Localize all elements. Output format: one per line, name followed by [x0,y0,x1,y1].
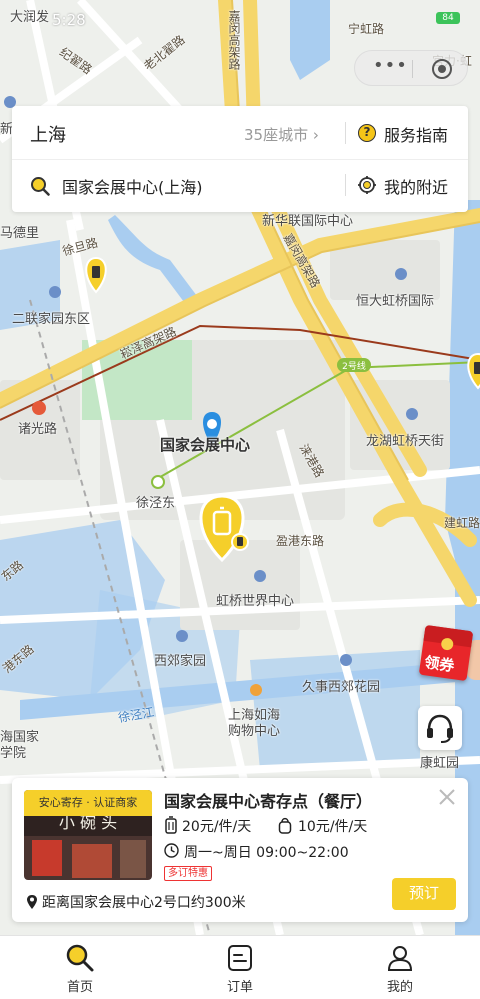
search-icon [31,177,50,196]
residential-icon [49,286,61,298]
close-icon[interactable] [436,786,458,808]
tab-profile[interactable]: 我的 [320,936,480,999]
metro-station-icon[interactable] [151,475,165,489]
building-icon [254,570,266,582]
city-row: 上海 35座城市 › ? 服务指南 [12,106,468,160]
city-count-link[interactable]: 35座城市 › [244,124,319,145]
order-icon [228,945,252,971]
search-icon [66,944,94,972]
building-icon [395,268,407,280]
small-bag-icon [278,817,292,834]
certified-badge: 安心寄存 · 认证商家 [24,790,152,816]
coin-icon [440,637,455,651]
customer-service-button[interactable] [418,706,462,750]
mall-icon [250,684,262,696]
map-label: 新华联国际中心 [262,214,354,229]
map-label: 大润发 [10,10,50,25]
tab-home-label: 首页 [66,980,93,995]
more-icon[interactable]: ••• [373,55,408,76]
map-label: 恒大虹桥国际 [356,294,435,309]
tab-orders-label: 订单 [226,980,253,995]
map-road-label: 盈港东路 [276,534,325,548]
photo-detail [120,840,146,878]
photo-detail [72,844,112,878]
coupon-button[interactable]: 领券 [418,624,474,682]
locate-icon [358,176,376,194]
divider [345,174,346,196]
coupon-label: 领券 [423,653,456,676]
map-label: 龙湖虹桥天街 [366,434,445,449]
location-icon [27,895,37,909]
close-miniprogram-icon[interactable] [432,59,452,79]
metro-station-icon[interactable] [32,401,46,415]
city-selector[interactable]: 上海 [30,121,66,147]
tab-bar: 首页 订单 我的 [0,935,480,999]
map-label: 虹桥世界中心 [216,594,295,609]
city-count-label: 35座城市 [244,126,309,144]
business-hours: 周一~周日 09:00~22:00 [184,845,349,861]
building-icon [406,408,418,420]
profile-icon [387,946,413,971]
store-name: 国家会展中心寄存点（餐厅） [164,792,373,811]
residential-icon [176,630,188,642]
nearby-button[interactable]: 我的附近 [384,174,448,198]
mini-program-capsule: ••• [354,50,468,86]
map-label: 马德里 [0,226,40,241]
status-time: 5:28 [52,11,86,29]
service-guide-button[interactable]: 服务指南 [384,122,448,146]
question-icon: ? [358,124,376,142]
distance-text: 距离国家会展中心2号口约300米 [42,895,246,911]
price-large-luggage: 20元/件/天 [182,819,252,835]
tab-orders[interactable]: 订单 [160,936,320,999]
clock-icon [164,843,179,858]
search-input[interactable]: 国家会展中心(上海) [62,174,203,198]
map-road-label: 嘉闵高架路 [227,10,241,70]
map-label: 诸光路 [18,422,58,437]
capsule-divider [412,60,413,78]
residential-icon [340,654,352,666]
metro-line-2-label: 2号线 [342,360,366,372]
book-button[interactable]: 预订 [392,878,456,910]
chevron-right-icon: › [312,126,319,144]
storage-point-card[interactable]: 小 碗 头 安心寄存 · 认证商家 国家会展中心寄存点（餐厅） 20元/件/天 … [12,778,468,922]
divider [345,122,346,144]
map-label: 久事西郊花园 [302,680,381,695]
price-small-bag: 10元/件/天 [298,819,368,835]
map-label: 康虹园 [420,756,460,771]
storage-marker-icon[interactable] [231,533,249,551]
battery-indicator: 84 [436,12,460,24]
tab-profile-label: 我的 [386,980,413,995]
search-card: 上海 35座城市 › ? 服务指南 国家会展中心(上海) 我的附近 [12,106,468,212]
map-label-nec: 国家会展中心 [160,436,251,454]
headset-icon [427,714,453,743]
map-label: 学院 [0,746,27,761]
tab-home[interactable]: 首页 [0,936,160,999]
map-road-label: 建虹路 [444,516,480,530]
map-label: 二联家园东区 [12,312,91,327]
map-label: 购物中心 [228,724,281,739]
map-road-label: 宁虹路 [348,22,385,36]
large-luggage-icon [165,816,177,834]
promo-tag: 多订特惠 [164,866,212,881]
photo-detail [32,840,62,876]
map-label: 徐泾东 [136,496,176,511]
map-label: 西郊家园 [154,654,207,669]
